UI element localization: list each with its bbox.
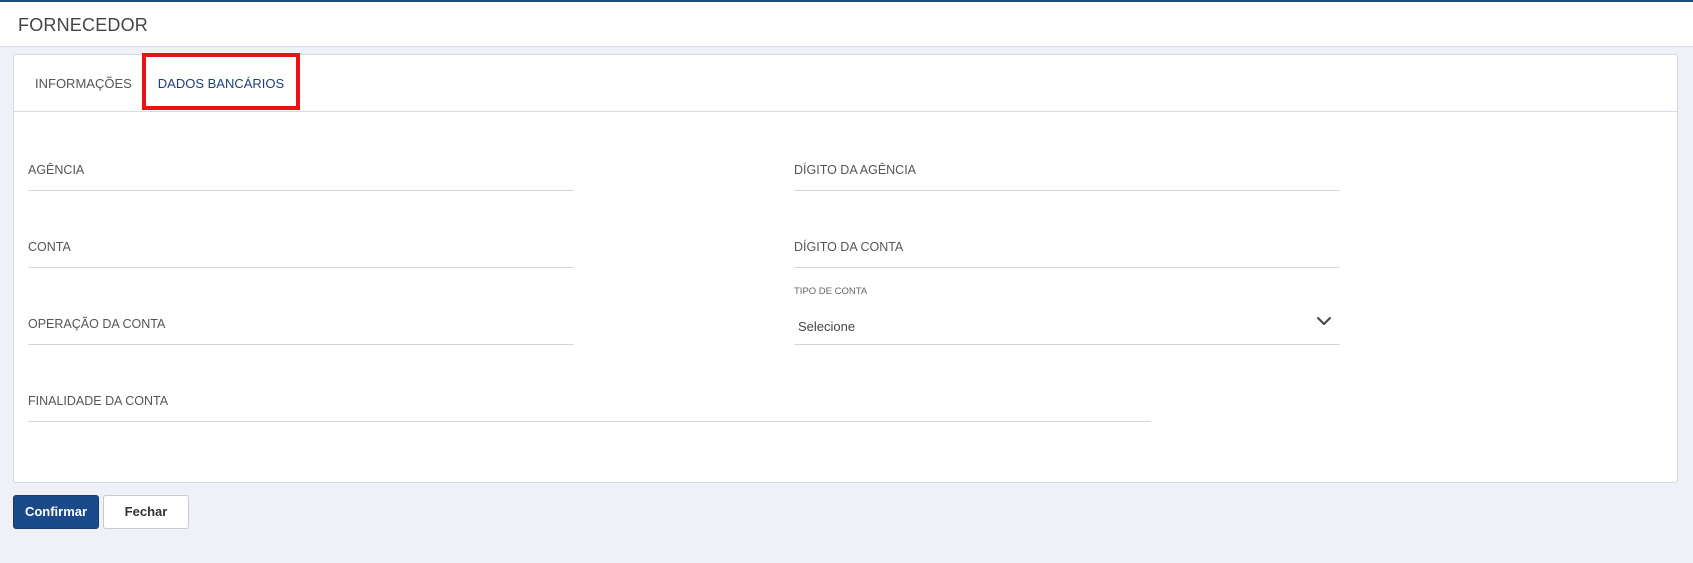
finalidade-conta-field[interactable]: FINALIDADE DA CONTA [28,378,1151,422]
tab-bar: INFORMAÇÕES DADOS BANCÁRIOS [14,53,1677,112]
conta-field[interactable]: CONTA [28,224,574,268]
finalidade-conta-input[interactable] [28,378,1151,421]
page-title: FORNECEDOR [18,15,149,35]
tipo-conta-label: TIPO DE CONTA [794,286,868,297]
supplier-card: INFORMAÇÕES DADOS BANCÁRIOS AGÊNCIA DÍGI… [13,53,1678,483]
operacao-conta-field[interactable]: OPERAÇÃO DA CONTA [28,301,574,345]
confirm-button[interactable]: Confirmar [13,495,99,529]
tab-informacoes[interactable]: INFORMAÇÕES [35,55,145,112]
agencia-field[interactable]: AGÊNCIA [28,147,574,191]
digito-conta-field[interactable]: DÍGITO DA CONTA [794,224,1340,268]
digito-agencia-input[interactable] [794,147,1340,190]
agencia-input[interactable] [28,147,574,190]
digito-conta-input[interactable] [794,224,1340,267]
digito-agencia-field[interactable]: DÍGITO DA AGÊNCIA [794,147,1340,191]
tipo-conta-select[interactable]: TIPO DE CONTA Selecione [794,286,1340,345]
chevron-down-icon[interactable] [1316,316,1332,326]
conta-input[interactable] [28,224,574,267]
close-button[interactable]: Fechar [103,495,189,529]
tab-dados-bancarios[interactable]: DADOS BANCÁRIOS [142,55,300,112]
operacao-conta-input[interactable] [28,301,574,344]
page-header: FORNECEDOR [0,0,1693,47]
tipo-conta-value: Selecione [798,319,856,334]
